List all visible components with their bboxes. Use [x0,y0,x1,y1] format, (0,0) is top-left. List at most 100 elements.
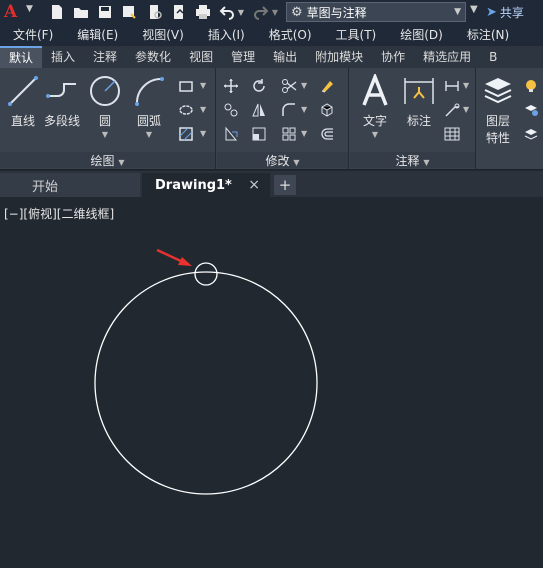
arc-icon [135,77,164,106]
chevron-down-icon[interactable]: ▼ [463,81,469,90]
menu-format[interactable]: 格式(O) [256,26,323,43]
open-folder-icon[interactable] [72,3,90,21]
chevron-down-icon[interactable]: ▼ [200,105,206,114]
chevron-down-icon[interactable]: ▼ [372,130,378,139]
line-tool[interactable]: 直线 [6,74,40,129]
text-tool[interactable]: 文字 ▼ [358,74,392,139]
array-icon[interactable] [279,124,299,144]
title-bar: A ▼ ▼ ▼ ⚙ 草图与注释 ▼ ▼ ➤ 共享 [0,0,543,24]
polyline-tool[interactable]: 多段线 [44,74,80,129]
dimension-icon [404,78,434,104]
lightbulb-icon[interactable] [521,76,541,96]
menu-tools[interactable]: 工具(T) [323,26,388,43]
fillet-icon[interactable] [279,100,299,120]
mirror-icon[interactable] [249,100,269,120]
redo-dropdown-icon[interactable]: ▼ [270,3,280,21]
chevron-down-icon[interactable]: ▼ [301,105,307,114]
circle-label: 圆 [98,114,111,128]
stretch-icon[interactable] [221,124,241,144]
tab-collaborate[interactable]: 协作 [372,46,414,68]
workspace-selector[interactable]: ⚙ 草图与注释 ▼ [286,2,466,22]
arc-label: 圆弧 [136,114,161,128]
ribbon: 直线 多段线 圆 ▼ 圆弧 ▼ ▼ ▼ ▼ 绘图 ▼ ▼ ▼ ▼ 修改 ▼ 文字… [0,68,543,170]
tab-annotate[interactable]: 注释 [84,46,126,68]
save-icon[interactable] [96,3,114,21]
undo-icon[interactable] [218,3,236,21]
tab-view[interactable]: 视图 [180,46,222,68]
menu-draw[interactable]: 绘图(D) [387,26,454,43]
rectangle-icon[interactable] [176,76,196,96]
layer-state-icon[interactable] [521,100,541,120]
publish-icon[interactable] [170,3,188,21]
gear-icon: ⚙ [291,4,303,20]
scale-icon[interactable] [249,124,269,144]
layers-icon [484,78,512,104]
tab-output[interactable]: 输出 [264,46,306,68]
leader-icon[interactable] [442,100,462,120]
redo-icon[interactable] [252,3,270,21]
chevron-down-icon[interactable]: ▼ [102,130,108,139]
modify-panel-title[interactable]: 修改 ▼ [217,152,348,168]
arc-tool[interactable]: 圆弧 ▼ [132,74,166,139]
annotation-panel-title[interactable]: 注释 ▼ [350,152,475,168]
tab-home[interactable]: 默认 [0,46,43,68]
layer-match-icon[interactable] [521,124,541,144]
tab-start[interactable]: 开始 [0,173,140,197]
chevron-down-icon[interactable]: ▼ [26,4,33,14]
explode-icon[interactable] [317,100,337,120]
copy-icon[interactable] [221,100,241,120]
menu-dimension[interactable]: 标注(N) [454,26,520,43]
small-circle[interactable] [194,262,218,286]
tab-parametric[interactable]: 参数化 [126,46,180,68]
dimension-tool[interactable]: 标注 [402,74,436,129]
menu-insert[interactable]: 插入(I) [195,26,256,43]
print-icon[interactable] [194,3,212,21]
customize-qat-icon[interactable]: ▼ [470,4,478,15]
chevron-down-icon[interactable]: ▼ [301,81,307,90]
chevron-down-icon[interactable]: ▼ [200,129,206,138]
ribbon-tab-bar: 默认 插入 注释 参数化 视图 管理 输出 附加模块 协作 精选应用 B [0,46,543,68]
ellipse-icon[interactable] [176,100,196,120]
menu-edit[interactable]: 编辑(E) [64,26,129,43]
tab-overflow[interactable]: B [480,46,506,68]
menu-file[interactable]: 文件(F) [0,26,64,43]
chevron-down-icon: ▼ [118,158,125,167]
move-icon[interactable] [221,76,241,96]
text-label: 文字 [362,114,387,128]
large-circle[interactable] [94,271,318,495]
tab-manage[interactable]: 管理 [222,46,264,68]
modify-panel-title-label: 修改 [265,154,290,168]
chevron-down-icon[interactable]: ▼ [463,105,469,114]
hatch-icon[interactable] [176,124,196,144]
application-menu-button[interactable]: A [4,2,26,22]
save-as-icon[interactable] [120,3,138,21]
offset-icon[interactable] [317,124,337,144]
circle-tool[interactable]: 圆 ▼ [88,74,122,139]
table-icon[interactable] [442,124,462,144]
trim-icon[interactable] [279,76,299,96]
chevron-down-icon[interactable]: ▼ [200,81,206,90]
rotate-icon[interactable] [249,76,269,96]
chevron-down-icon[interactable]: ▼ [301,129,307,138]
tab-insert[interactable]: 插入 [42,46,84,68]
text-icon [362,74,388,106]
tab-drawing1[interactable]: Drawing1* × [142,173,270,197]
erase-icon[interactable] [317,76,337,96]
chevron-down-icon[interactable]: ▼ [146,130,152,139]
draw-panel-title[interactable]: 绘图 ▼ [0,152,215,168]
close-icon[interactable]: × [248,177,260,193]
annotation-panel-title-label: 注释 [395,154,420,168]
tab-addins[interactable]: 附加模块 [306,46,372,68]
share-label: 共享 [499,5,524,20]
share-button[interactable]: ➤ 共享 [486,3,524,21]
undo-dropdown-icon[interactable]: ▼ [236,3,246,21]
menu-view[interactable]: 视图(V) [129,26,195,43]
plot-preview-icon[interactable] [146,3,164,21]
layer-properties-tool[interactable]: 图层 特性 [481,74,515,146]
red-arrow-icon [156,248,192,266]
tab-featured-apps[interactable]: 精选应用 [414,46,480,68]
new-file-icon[interactable] [48,3,66,21]
layers-label-line2: 特性 [485,131,510,145]
linear-dimension-icon[interactable] [442,76,462,96]
new-tab-button[interactable]: + [274,175,296,195]
